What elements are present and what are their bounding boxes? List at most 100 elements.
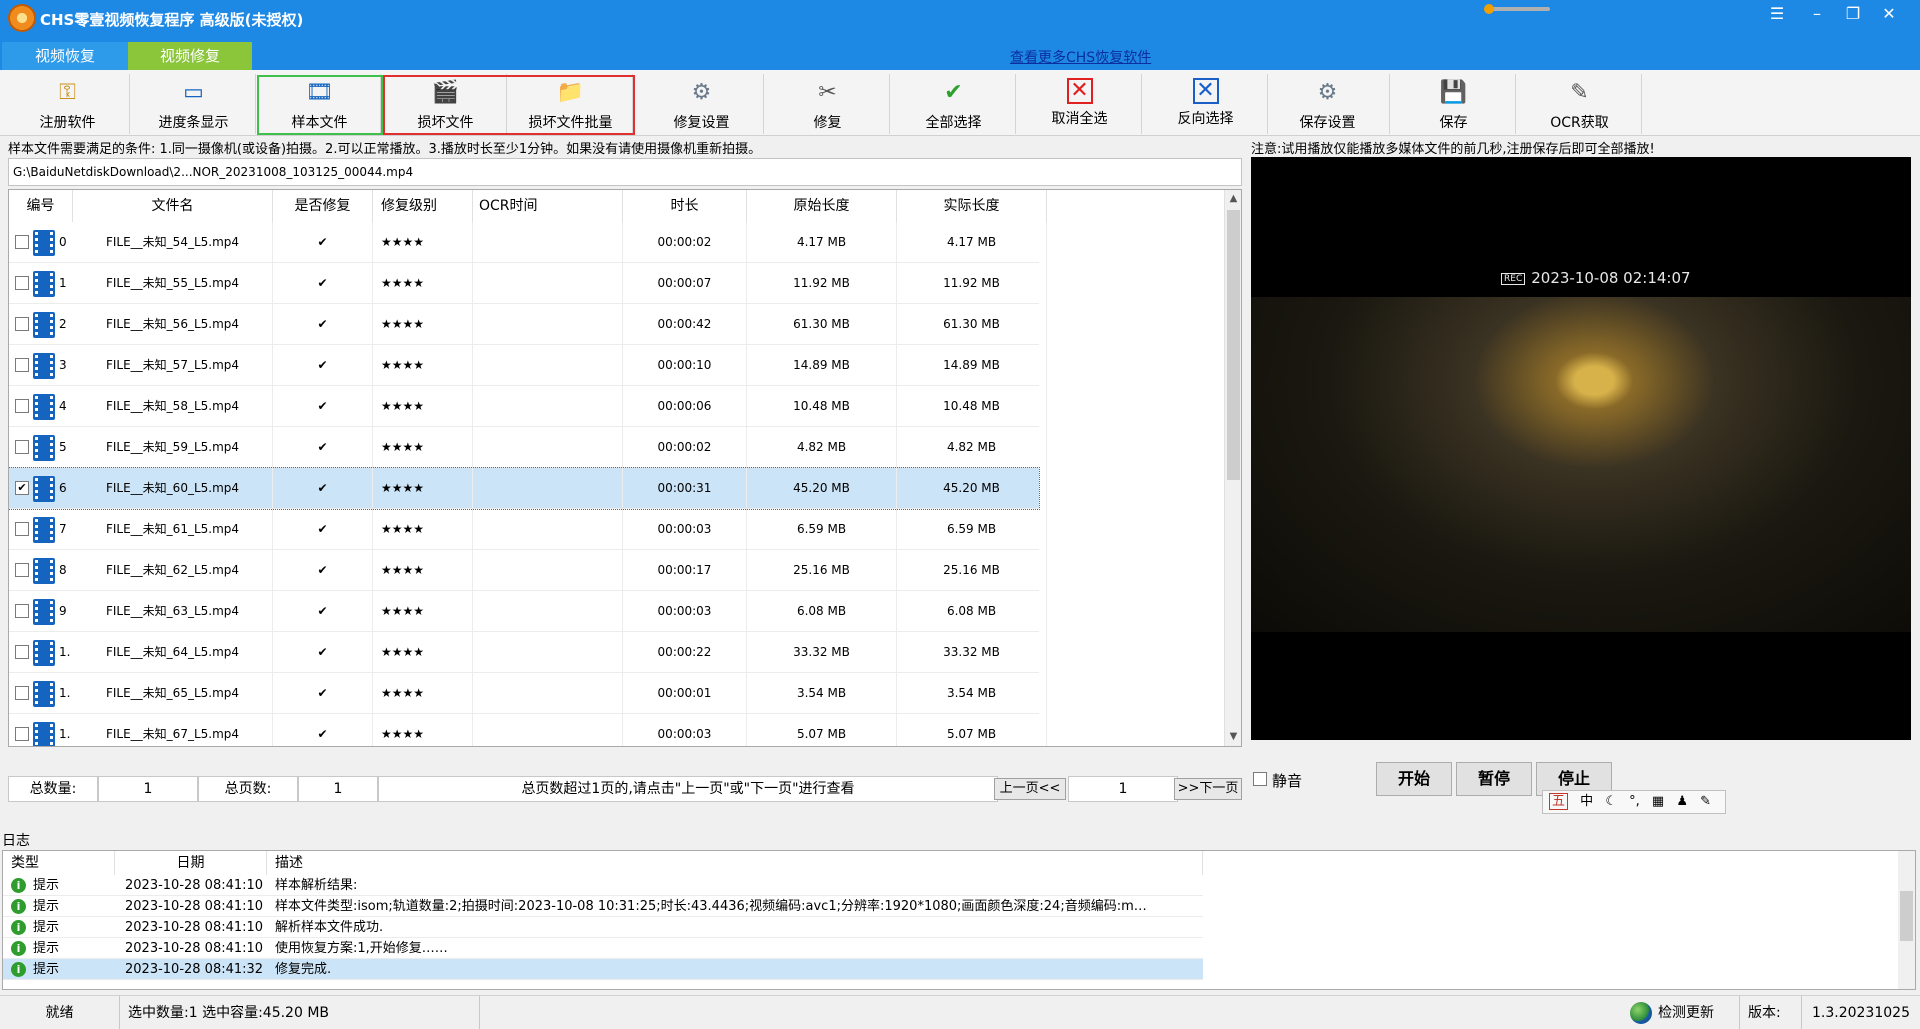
log-row[interactable]: i 提示 2023-10-28 08:41:10 使用恢复方案:1,开始修复…… xyxy=(3,938,1203,959)
scroll-up-icon[interactable]: ▲ xyxy=(1225,190,1241,208)
video-file-icon xyxy=(33,640,55,666)
cell-duration: 00:00:02 xyxy=(623,427,747,468)
cell-index: 8 xyxy=(59,563,67,577)
table-row[interactable]: ✔ 6 FILE__未知_60_L5.mp4 ✔ ★★★★ 00:00:31 45.20 M… xyxy=(9,467,1047,510)
table-row[interactable]: 3 FILE__未知_57_L5.mp4 ✔ ★★★★ 00:00:10 14.89 MB… xyxy=(9,345,1047,386)
menu-icon[interactable]: ☰ xyxy=(1760,2,1794,26)
table-row[interactable]: 1 FILE__未知_55_L5.mp4 ✔ ★★★★ 00:00:07 11.92 MB… xyxy=(9,263,1047,304)
row-checkbox[interactable] xyxy=(15,440,29,454)
row-checkbox[interactable] xyxy=(15,276,29,290)
ime-tools-icon[interactable]: ✎ xyxy=(1700,794,1711,809)
cell-filename: FILE__未知_59_L5.mp4 xyxy=(73,427,273,468)
row-checkbox[interactable] xyxy=(15,563,29,577)
sample-path-field[interactable]: G:\BaiduNetdiskDownload\2...NOR_20231008… xyxy=(8,158,1242,186)
log-scroll-thumb[interactable] xyxy=(1900,891,1913,941)
table-row[interactable]: 8 FILE__未知_62_L5.mp4 ✔ ★★★★ 00:00:17 25.16 MB… xyxy=(9,550,1047,591)
page-number-input[interactable]: 1 xyxy=(1068,776,1178,802)
save-icon: 💾 xyxy=(1439,80,1468,105)
table-row[interactable]: 4 FILE__未知_58_L5.mp4 ✔ ★★★★ 00:00:06 10.48 MB… xyxy=(9,386,1047,427)
col-filename[interactable]: 文件名 xyxy=(73,190,273,222)
log-row[interactable]: i 提示 2023-10-28 08:41:10 样本文件类型:isom;轨道数量:2… xyxy=(3,896,1203,917)
log-row[interactable]: i 提示 2023-10-28 08:41:10 解析样本文件成功. xyxy=(3,917,1203,938)
table-row[interactable]: 5 FILE__未知_59_L5.mp4 ✔ ★★★★ 00:00:02 4.82 MB 4… xyxy=(9,427,1047,468)
col-repaired[interactable]: 是否修复 xyxy=(273,190,373,222)
row-checkbox[interactable] xyxy=(15,399,29,413)
more-software-link[interactable]: 查看更多CHS恢复软件 xyxy=(1010,47,1151,67)
ime-chinese-icon[interactable]: 中 xyxy=(1580,794,1593,809)
ime-user-icon[interactable]: ♟ xyxy=(1676,794,1688,809)
restore-icon[interactable]: ❐ xyxy=(1836,2,1870,26)
next-page-button[interactable]: >>下一页 xyxy=(1174,778,1242,800)
ocr-button[interactable]: ✎ OCR获取 xyxy=(1518,74,1642,134)
table-row[interactable]: 7 FILE__未知_61_L5.mp4 ✔ ★★★★ 00:00:03 6.59 MB 6… xyxy=(9,509,1047,550)
table-row[interactable]: 0 FILE__未知_54_L5.mp4 ✔ ★★★★ 00:00:02 4.17 MB 4… xyxy=(9,222,1047,263)
repair-button[interactable]: ✂ 修复 xyxy=(766,74,890,134)
cell-ocr-time xyxy=(473,714,623,746)
ime-wubi-icon[interactable]: 五 xyxy=(1549,793,1569,810)
row-checkbox[interactable] xyxy=(15,604,29,618)
cell-index: 0 xyxy=(59,235,67,249)
repair-settings-button[interactable]: ⚙ 修复设置 xyxy=(640,74,764,134)
slider-knob[interactable] xyxy=(1484,4,1494,14)
col-original-length[interactable]: 原始长度 xyxy=(747,190,897,222)
log-col-date[interactable]: 日期 xyxy=(115,851,267,875)
table-row[interactable]: 1. FILE__未知_65_L5.mp4 ✔ ★★★★ 00:00:01 3.54 MB… xyxy=(9,673,1047,714)
table-scrollbar[interactable]: ▲ ▼ xyxy=(1224,190,1241,746)
tab-video-repair[interactable]: 视频修复 xyxy=(128,42,252,70)
row-checkbox[interactable] xyxy=(15,645,29,659)
cell-filename: FILE__未知_56_L5.mp4 xyxy=(73,304,273,345)
settings-icon: ⚙ xyxy=(691,80,712,105)
save-button[interactable]: 💾 保存 xyxy=(1392,74,1516,134)
cell-repaired: ✔ xyxy=(273,263,373,304)
log-col-type[interactable]: 类型 xyxy=(3,851,115,875)
minimize-icon[interactable]: – xyxy=(1800,2,1834,26)
row-checkbox[interactable] xyxy=(15,358,29,372)
col-actual-length[interactable]: 实际长度 xyxy=(897,190,1047,222)
tab-bar: 视频恢复 视频修复 查看更多CHS恢复软件 xyxy=(0,40,1920,70)
ime-halfwidth-icon[interactable]: ☾ xyxy=(1605,794,1617,809)
prev-page-button[interactable]: 上一页<< xyxy=(994,778,1066,800)
ime-punct-icon[interactable]: °, xyxy=(1629,794,1640,809)
table-row[interactable]: 9 FILE__未知_63_L5.mp4 ✔ ★★★★ 00:00:03 6.08 MB 6… xyxy=(9,591,1047,632)
register-button[interactable]: ⚿ 注册软件 xyxy=(6,74,130,134)
select-all-button[interactable]: ✔ 全部选择 xyxy=(892,74,1016,134)
col-ocr-time[interactable]: OCR时间 xyxy=(473,190,623,222)
cell-filename: FILE__未知_60_L5.mp4 xyxy=(73,468,273,509)
scroll-thumb[interactable] xyxy=(1227,210,1240,480)
mute-checkbox[interactable] xyxy=(1253,772,1267,786)
play-pause-button[interactable]: 暂停 xyxy=(1456,762,1532,796)
row-checkbox[interactable] xyxy=(15,317,29,331)
sample-highlight-frame xyxy=(257,75,383,135)
check-update-button[interactable]: 检测更新 xyxy=(1630,996,1740,1029)
log-row[interactable]: i 提示 2023-10-28 08:41:10 样本解析结果: xyxy=(3,875,1203,896)
log-row[interactable]: i 提示 2023-10-28 08:41:32 修复完成. xyxy=(3,959,1203,980)
video-file-icon xyxy=(33,558,55,584)
table-row[interactable]: 1. FILE__未知_67_L5.mp4 ✔ ★★★★ 00:00:03 5.07 MB… xyxy=(9,714,1047,746)
col-level[interactable]: 修复级别 xyxy=(373,190,473,222)
progress-display-button[interactable]: ▭ 进度条显示 xyxy=(132,74,256,134)
tab-video-recover[interactable]: 视频恢复 xyxy=(2,42,128,70)
play-start-button[interactable]: 开始 xyxy=(1376,762,1452,796)
row-checkbox[interactable] xyxy=(15,686,29,700)
log-scrollbar[interactable] xyxy=(1898,851,1915,989)
deselect-all-button[interactable]: ✕ 取消全选 xyxy=(1018,74,1142,134)
ime-keyboard-icon[interactable]: ▦ xyxy=(1652,794,1664,809)
scroll-down-icon[interactable]: ▼ xyxy=(1225,728,1241,746)
invert-selection-button[interactable]: ✕ 反向选择 xyxy=(1144,74,1268,134)
row-checkbox[interactable] xyxy=(15,235,29,249)
row-checkbox[interactable]: ✔ xyxy=(15,481,29,495)
col-index[interactable]: 编号 xyxy=(9,190,73,222)
col-duration[interactable]: 时长 xyxy=(623,190,747,222)
row-checkbox[interactable] xyxy=(15,727,29,741)
row-checkbox[interactable] xyxy=(15,522,29,536)
table-row[interactable]: 2 FILE__未知_56_L5.mp4 ✔ ★★★★ 00:00:42 61.30 MB… xyxy=(9,304,1047,345)
log-col-desc[interactable]: 描述 xyxy=(267,851,1203,875)
save-settings-button[interactable]: ⚙ 保存设置 xyxy=(1266,74,1390,134)
table-row[interactable]: 1. FILE__未知_64_L5.mp4 ✔ ★★★★ 00:00:22 33.32 M… xyxy=(9,632,1047,673)
opacity-slider[interactable] xyxy=(1484,4,1550,14)
close-icon[interactable]: ✕ xyxy=(1872,2,1906,26)
log-type: 提示 xyxy=(33,878,60,893)
total-count-label: 总数量: xyxy=(8,776,98,802)
ime-toolbar[interactable]: 五 中 ☾ °, ▦ ♟ ✎ xyxy=(1542,790,1726,814)
video-preview[interactable]: REC 2023-10-08 02:14:07 xyxy=(1251,157,1911,740)
